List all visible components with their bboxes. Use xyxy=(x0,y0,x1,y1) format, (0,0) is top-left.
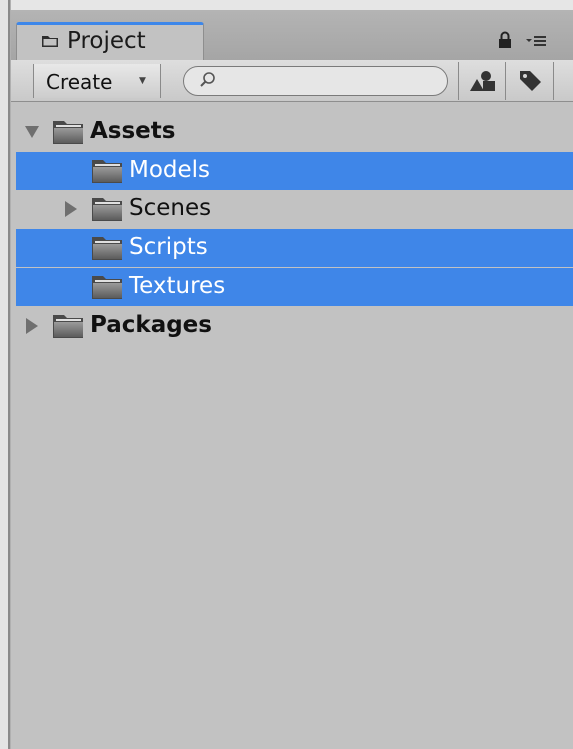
tree-item-label: Textures xyxy=(129,272,226,299)
tree-item-label: Models xyxy=(129,156,211,183)
tab-title: Project xyxy=(67,28,146,54)
tree-item-label: Assets xyxy=(90,118,176,144)
tree-item-label: Packages xyxy=(90,311,212,338)
folder-icon xyxy=(92,237,122,261)
filter-by-label-button[interactable] xyxy=(506,62,554,100)
tree-item-textures[interactable]: Textures xyxy=(16,267,573,306)
foldout-collapsed-icon[interactable] xyxy=(63,200,79,218)
search-input[interactable] xyxy=(224,70,428,94)
tree-item-packages[interactable]: Packages xyxy=(16,307,573,345)
folder-icon xyxy=(92,159,122,183)
window-left-border xyxy=(0,0,11,749)
create-dropdown-button[interactable]: Create ▼ xyxy=(33,64,161,98)
create-label: Create xyxy=(46,70,113,94)
dropdown-arrow-icon: ▼ xyxy=(139,76,146,86)
folder-icon xyxy=(42,36,58,47)
tree-item-scripts[interactable]: Scripts xyxy=(16,229,573,268)
tree-item-label: Scripts xyxy=(129,234,208,261)
search-field[interactable] xyxy=(183,66,448,96)
folder-icon xyxy=(53,121,83,144)
lock-icon[interactable] xyxy=(498,31,512,49)
tab-bar: Project xyxy=(11,10,573,60)
shapes-icon xyxy=(470,71,495,91)
project-tab[interactable]: Project xyxy=(16,22,204,60)
filter-by-type-button[interactable] xyxy=(458,62,506,100)
project-toolbar: Create ▼ xyxy=(11,60,573,102)
tree-item-scenes[interactable]: Scenes xyxy=(16,190,573,228)
folder-icon xyxy=(92,275,122,299)
menu-icon[interactable] xyxy=(525,34,547,48)
tag-icon xyxy=(520,71,541,91)
tree-item-label: Scenes xyxy=(129,195,212,222)
tree-item-assets[interactable]: Assets xyxy=(16,113,573,151)
folder-icon xyxy=(92,198,122,222)
foldout-expanded-icon[interactable] xyxy=(24,123,40,141)
foldout-collapsed-icon[interactable] xyxy=(24,317,40,335)
window-top-strip xyxy=(11,0,573,10)
folder-icon xyxy=(53,314,83,338)
search-icon xyxy=(200,72,215,87)
tree-item-models[interactable]: Models xyxy=(16,151,573,190)
